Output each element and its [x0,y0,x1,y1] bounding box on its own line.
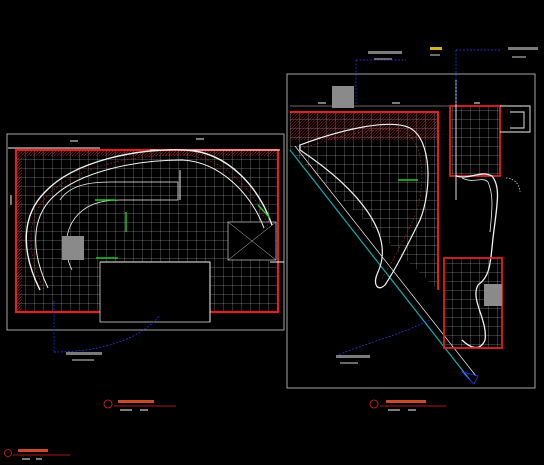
left-void-lower [99,261,211,323]
right-leader-bottom [335,319,431,357]
right-leader-bottom-label-2 [340,362,358,364]
left-dimension-mark-2 [196,138,204,140]
right-s-curve-path-2 [461,177,493,233]
right-leader-label-2b [430,54,440,56]
right-door-swing [505,177,521,193]
right-leader-label-2 [430,47,442,50]
left-plan-sheet [6,133,285,411]
left-plan-title-block [103,399,176,411]
left-dimension-mark-1 [70,140,78,142]
main-title-block [4,449,70,460]
left-grey-block [62,236,84,260]
right-leader-label-3 [508,47,538,50]
cad-drawing-canvas [4,47,538,460]
right-leader-label-1 [368,51,402,54]
right-dimension-mark-2 [392,102,400,104]
right-leader-top-2 [455,49,500,104]
right-grey-block-lower [484,284,502,306]
right-leader-label-3b [512,56,526,58]
right-upper-column-grid [450,106,500,176]
left-dimension-mark-3 [10,195,12,205]
right-dimension-mark-3 [474,102,480,104]
right-leader-top-1 [355,59,406,104]
left-leader-label [66,352,102,355]
right-leader-label-1b [374,58,392,60]
left-hatch-strip-left [16,150,22,312]
right-plan-title-block [369,399,446,411]
right-grey-block-top [332,86,354,108]
right-hatch-strip [290,112,438,140]
left-leader-label-2 [72,359,94,361]
right-dimension-mark-1 [318,102,326,104]
right-plan-sheet [286,47,538,411]
right-leader-bottom-label [336,355,370,358]
